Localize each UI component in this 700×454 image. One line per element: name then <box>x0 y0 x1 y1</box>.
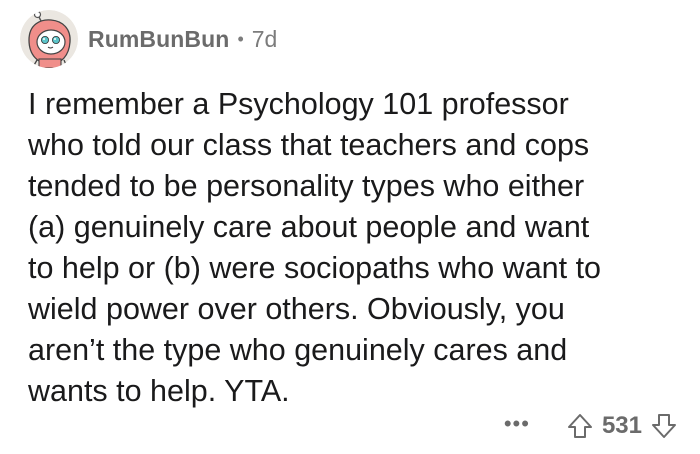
upvote-arrow-icon[interactable] <box>566 412 594 440</box>
vote-score: 531 <box>601 412 642 439</box>
comment-age: 7d <box>251 25 278 52</box>
username-link[interactable]: RumBunBun <box>88 26 229 53</box>
comment-body: I remember a Psychology 101 professor wh… <box>28 87 602 408</box>
downvote-arrow-icon[interactable] <box>650 412 678 440</box>
more-options-button[interactable]: ••• <box>504 413 530 435</box>
comment-actions: ••• 531 <box>504 404 678 448</box>
comment-header: RumBunBun • 7d <box>20 4 277 74</box>
comment-meta: RumBunBun • 7d <box>88 26 277 53</box>
avatar-icon[interactable] <box>20 10 78 68</box>
meta-separator: • <box>237 28 244 49</box>
comment: RumBunBun • 7d I remember a Psychology 1… <box>0 0 700 454</box>
